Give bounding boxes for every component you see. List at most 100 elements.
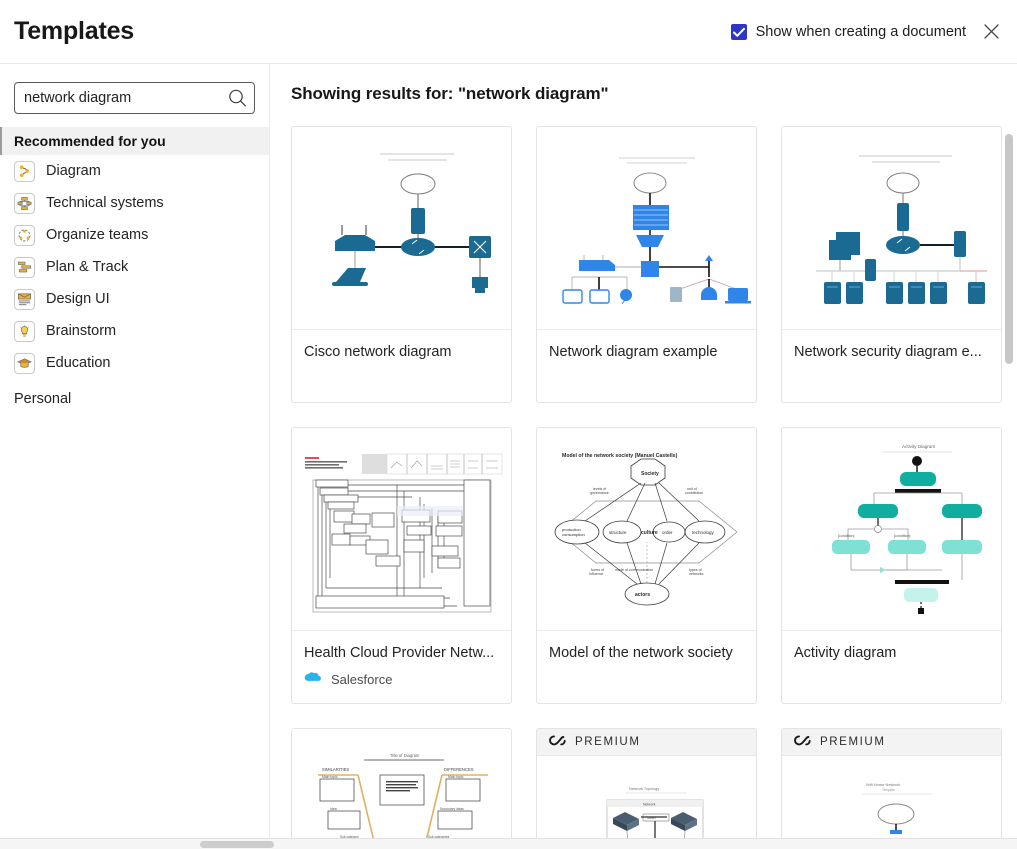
- vendor-name: Salesforce: [331, 671, 393, 687]
- svg-text:constitution: constitution: [685, 491, 703, 495]
- svg-text:Network Topology: Network Topology: [629, 787, 659, 791]
- sidebar: Recommended for you Diagram: [0, 64, 270, 849]
- template-card[interactable]: Network security diagram e...: [781, 126, 1002, 403]
- template-card[interactable]: Title of Diagram SIMILARITIES DIFFERENCE…: [291, 728, 512, 849]
- svg-text:Activity Diagram: Activity Diagram: [902, 444, 935, 449]
- svg-text:structure: structure: [609, 530, 627, 535]
- plan-track-icon: [14, 256, 35, 278]
- search-box[interactable]: [14, 82, 255, 114]
- horizontal-scrollbar-thumb[interactable]: [200, 841, 274, 848]
- svg-text:mode of communication: mode of communication: [615, 568, 653, 572]
- svg-text:Template: Template: [882, 788, 895, 792]
- vertical-scrollbar[interactable]: [1005, 134, 1013, 849]
- sidebar-item-technical-systems[interactable]: Technical systems: [0, 187, 269, 219]
- template-card[interactable]: Model of the network society (Manuel Cas…: [536, 427, 757, 704]
- results-panel: Showing results for: "network diagram" C…: [270, 64, 1017, 849]
- horizontal-scrollbar[interactable]: [0, 838, 1017, 849]
- premium-badge: PREMIUM: [782, 729, 1001, 756]
- svg-text:Idea: Idea: [330, 807, 337, 811]
- card-body: Model of the network society: [537, 631, 756, 703]
- results-heading: Showing results for: "network diagram": [291, 84, 609, 103]
- svg-text:networks: networks: [689, 572, 704, 576]
- sidebar-item-plan-track[interactable]: Plan & Track: [0, 251, 269, 283]
- template-title: Health Cloud Provider Netw...: [304, 645, 495, 661]
- vertical-scrollbar-thumb[interactable]: [1005, 134, 1013, 364]
- sidebar-item-label: Plan & Track: [46, 259, 129, 275]
- svg-text:Network: Network: [643, 803, 656, 807]
- sidebar-item-education[interactable]: Education: [0, 347, 269, 379]
- svg-text:[condition]: [condition]: [838, 534, 854, 538]
- template-card[interactable]: Health Cloud Provider Netw... Salesforce: [291, 427, 512, 704]
- template-card[interactable]: Cisco network diagram: [291, 126, 512, 403]
- svg-text:SIMILARITIES: SIMILARITIES: [322, 767, 349, 772]
- card-body: Network diagram example: [537, 330, 756, 402]
- checkbox-checked-icon: [730, 23, 747, 40]
- svg-text:technology: technology: [692, 530, 715, 535]
- search-icon[interactable]: [228, 89, 247, 108]
- sidebar-item-label: Technical systems: [46, 195, 164, 211]
- svg-text:governance: governance: [590, 491, 609, 495]
- education-icon: [14, 352, 35, 374]
- template-card[interactable]: Network diagram example: [536, 126, 757, 403]
- close-icon[interactable]: [979, 20, 1003, 44]
- card-body: Health Cloud Provider Netw... Salesforce: [292, 631, 511, 703]
- template-vendor: Salesforce: [292, 661, 511, 688]
- premium-network-topology-thumbnail: Network Topology Network Switch: [537, 756, 756, 849]
- sidebar-item-label: Design UI: [46, 291, 110, 307]
- svg-text:Society: Society: [641, 471, 659, 477]
- activity-diagram-thumbnail: Activity Diagram [condition] [condition]: [782, 428, 1001, 631]
- svg-text:Secondary ideas: Secondary ideas: [440, 807, 464, 811]
- svg-text:DIFFERENCES: DIFFERENCES: [444, 767, 474, 772]
- template-title: Network security diagram e...: [794, 344, 982, 360]
- premium-label: PREMIUM: [820, 736, 886, 748]
- show-on-create-checkbox[interactable]: Show when creating a document: [730, 23, 966, 40]
- infinity-icon: [549, 733, 567, 751]
- template-card-premium[interactable]: PREMIUM Network Topology Network Switch: [536, 728, 757, 849]
- sidebar-item-label: Diagram: [46, 163, 101, 179]
- svg-text:consumption: consumption: [562, 532, 585, 537]
- svg-text:Main topic: Main topic: [448, 775, 464, 779]
- diagram-icon: [14, 160, 35, 182]
- sidebar-item-diagram[interactable]: Diagram: [0, 155, 269, 187]
- header-actions: Show when creating a document: [730, 20, 1003, 44]
- template-card-premium[interactable]: PREMIUM Wifi Home Network Template: [781, 728, 1002, 849]
- premium-vertical-network-thumbnail: Wifi Home Network Template: [782, 756, 1001, 849]
- svg-text:order: order: [662, 530, 673, 535]
- svg-text:Wifi Home Network: Wifi Home Network: [866, 782, 900, 787]
- card-body: Activity diagram: [782, 631, 1001, 703]
- network-diagram-example-thumbnail: [537, 127, 756, 330]
- template-title: Network diagram example: [549, 344, 718, 360]
- page-title: Templates: [14, 17, 135, 45]
- design-ui-icon: [14, 288, 35, 310]
- template-title: Cisco network diagram: [304, 344, 452, 360]
- svg-text:actors: actors: [635, 592, 650, 598]
- sidebar-item-organize-teams[interactable]: Organize teams: [0, 219, 269, 251]
- dialog-body: Recommended for you Diagram: [0, 64, 1017, 849]
- model-of-the-network-society-thumbnail: Model of the network society (Manuel Cas…: [537, 428, 756, 631]
- template-grid: Cisco network diagram Network diagram ex…: [291, 126, 1017, 849]
- card-body: Network security diagram e...: [782, 330, 1001, 402]
- premium-label: PREMIUM: [575, 736, 641, 748]
- search-container: [0, 82, 269, 114]
- sidebar-section-recommended: Recommended for you: [0, 127, 269, 155]
- sidebar-item-label: Education: [46, 355, 111, 371]
- premium-badge: PREMIUM: [537, 729, 756, 756]
- sidebar-item-design-ui[interactable]: Design UI: [0, 283, 269, 315]
- sidebar-item-personal[interactable]: Personal: [0, 391, 269, 407]
- template-card[interactable]: Activity Diagram [condition] [condition]…: [781, 427, 1002, 704]
- checkbox-label: Show when creating a document: [755, 23, 966, 40]
- infinity-icon: [794, 733, 812, 751]
- dialog-header: Templates Show when creating a document: [0, 0, 1017, 64]
- health-cloud-provider-network-thumbnail: [292, 428, 511, 631]
- sidebar-item-label: Brainstorm: [46, 323, 117, 339]
- svg-text:Model of the network society (: Model of the network society (Manuel Cas…: [562, 453, 678, 459]
- svg-text:[condition]: [condition]: [894, 534, 910, 538]
- organize-teams-icon: [14, 224, 35, 246]
- template-title: Model of the network society: [549, 645, 733, 661]
- sidebar-nav: Recommended for you Diagram Technical sy…: [0, 127, 269, 407]
- search-input[interactable]: [15, 83, 254, 113]
- salesforce-cloud-icon: [304, 670, 321, 688]
- svg-text:Title of Diagram: Title of Diagram: [390, 753, 420, 758]
- template-title: Activity diagram: [794, 645, 897, 661]
- sidebar-item-brainstorm[interactable]: Brainstorm: [0, 315, 269, 347]
